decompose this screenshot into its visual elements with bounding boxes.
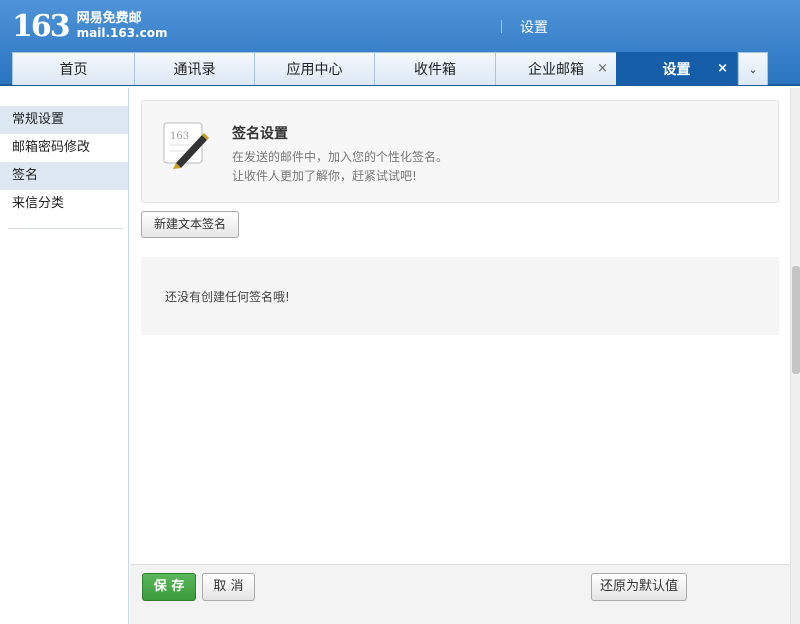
empty-message: 还没有创建任何签名哦! <box>165 290 290 304</box>
sidebar-item-general[interactable]: 常规设置 <box>0 106 128 134</box>
sidebar-item-signature[interactable]: 签名 <box>0 162 128 190</box>
save-button[interactable]: 保 存 <box>142 573 196 601</box>
settings-sidebar: 常规设置 邮箱密码修改 签名 来信分类 <box>0 88 129 624</box>
sidebar-item-mail-filter[interactable]: 来信分类 <box>0 190 128 218</box>
close-icon[interactable]: × <box>717 62 728 76</box>
sidebar-divider <box>8 228 123 229</box>
restore-default-button[interactable]: 还原为默认值 <box>591 573 687 601</box>
tab-label: 首页 <box>59 62 88 78</box>
chevron-down-icon: ⌄ <box>748 62 758 76</box>
signature-intro-panel: 163 签名设置 在发送的邮件中，加入您的个性化签名。 让收件人更加了解你，赶紧… <box>141 100 779 203</box>
tab-label: 通讯录 <box>173 62 216 78</box>
intro-desc-line2: 让收件人更加了解你，赶紧试试吧! <box>232 169 417 183</box>
action-footer: 保 存 取 消 还原为默认值 <box>130 564 790 624</box>
intro-desc-line1: 在发送的邮件中，加入您的个性化签名。 <box>232 150 449 164</box>
tab-label: 设置 <box>662 62 691 78</box>
logo-number: 163 <box>12 8 71 44</box>
tab-app-center[interactable]: 应用中心 <box>254 52 375 85</box>
signature-pen-icon: 163 <box>163 122 209 169</box>
scrollbar-thumb[interactable] <box>792 266 800 374</box>
cancel-button[interactable]: 取 消 <box>202 573 255 601</box>
scrollbar[interactable] <box>790 88 800 624</box>
logo[interactable]: 163 网易免费邮 mail.163.com <box>12 8 167 44</box>
tab-contacts[interactable]: 通讯录 <box>134 52 255 85</box>
tab-enterprise-mail[interactable]: 企业邮箱 × <box>495 52 617 85</box>
tab-settings[interactable]: 设置 × <box>616 52 737 85</box>
logo-line2: mail.163.com <box>76 26 168 40</box>
intro-title: 签名设置 <box>232 126 288 142</box>
tab-home[interactable]: 首页 <box>12 52 135 85</box>
close-icon[interactable]: × <box>597 62 608 76</box>
sidebar-item-password[interactable]: 邮箱密码修改 <box>0 134 128 162</box>
logo-line1: 网易免费邮 <box>76 11 142 26</box>
header-title: 设置 <box>520 20 548 36</box>
tab-inbox[interactable]: 收件箱 <box>374 52 496 85</box>
signature-list-empty: 还没有创建任何签名哦! <box>141 257 779 335</box>
tab-bar: 首页 通讯录 应用中心 收件箱 企业邮箱 × 设置 × ⌄ <box>12 52 768 85</box>
tab-label: 应用中心 <box>286 62 343 78</box>
logo-text: 网易免费邮 mail.163.com <box>77 11 168 41</box>
svg-text:163: 163 <box>170 131 189 142</box>
intro-description: 在发送的邮件中，加入您的个性化签名。 让收件人更加了解你，赶紧试试吧! <box>232 148 448 186</box>
tab-label: 收件箱 <box>414 62 456 78</box>
tab-more-button[interactable]: ⌄ <box>738 52 768 85</box>
header-divider <box>501 20 502 33</box>
new-text-signature-button[interactable]: 新建文本签名 <box>141 211 239 238</box>
tab-label: 企业邮箱 <box>528 62 584 78</box>
main-content: 163 签名设置 在发送的邮件中，加入您的个性化签名。 让收件人更加了解你，赶紧… <box>130 88 790 564</box>
